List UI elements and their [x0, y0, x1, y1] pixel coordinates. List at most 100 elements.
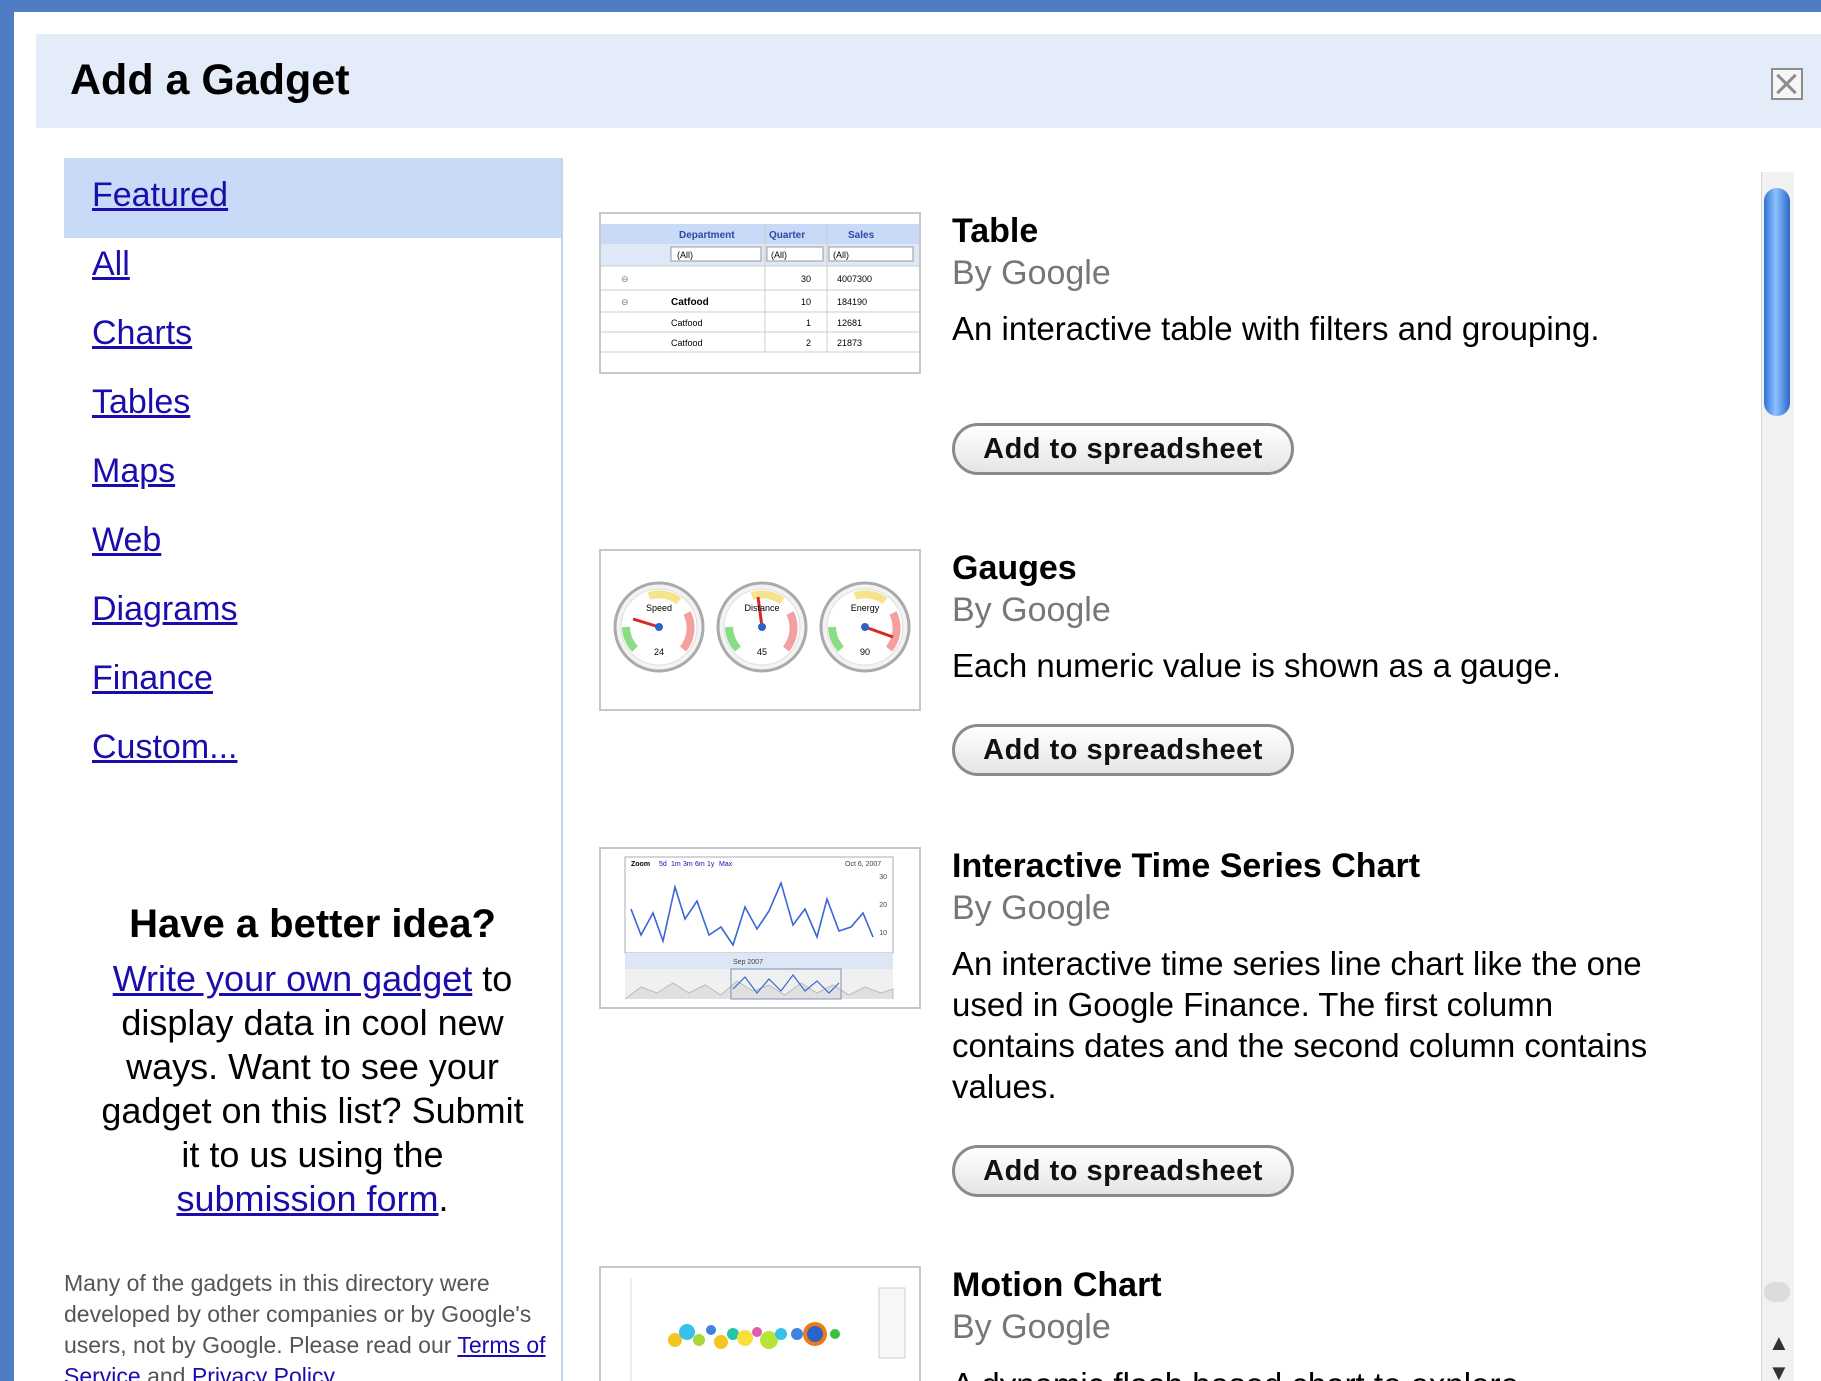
- gadget-description: Each numeric value is shown as a gauge.: [952, 647, 1562, 684]
- sidebar-item-all[interactable]: All: [64, 227, 561, 307]
- gadget-name: Gauges: [952, 549, 1077, 587]
- thumb-cell: Catfood: [671, 297, 709, 308]
- sidebar-item-charts[interactable]: Charts: [64, 296, 561, 376]
- time-series-thumbnail-image: Zoom 5d 1m 3m 6m 1y Max Oct 6, 2007 30 2…: [624, 856, 894, 1000]
- sidebar-item-label[interactable]: Maps: [92, 452, 175, 491]
- sidebar-item-custom[interactable]: Custom...: [64, 710, 561, 790]
- add-to-spreadsheet-button[interactable]: Add to spreadsheet: [952, 423, 1294, 475]
- svg-text:⊖: ⊖: [621, 274, 629, 284]
- svg-text:⊖: ⊖: [621, 297, 629, 307]
- sidebar-item-label[interactable]: All: [92, 245, 130, 284]
- better-idea-end: .: [438, 1178, 449, 1219]
- sidebar-item-label[interactable]: Featured: [92, 176, 228, 215]
- zoom-link[interactable]: 5d: [659, 861, 667, 868]
- scroll-thumb[interactable]: [1764, 188, 1790, 416]
- thumb-cell: 30: [801, 274, 811, 284]
- add-to-spreadsheet-button[interactable]: Add to spreadsheet: [952, 724, 1294, 776]
- sidebar-item-label[interactable]: Charts: [92, 314, 192, 353]
- thumb-cell: 1: [806, 318, 811, 328]
- gauge-value: 90: [860, 647, 870, 657]
- table-thumbnail-image: Department Quarter Sales (All) (All) (Al…: [601, 224, 919, 353]
- sidebar-item-finance[interactable]: Finance: [64, 641, 561, 721]
- zoom-link[interactable]: 3m: [683, 861, 693, 868]
- sidebar-item-maps[interactable]: Maps: [64, 434, 561, 514]
- gauge-value: 24: [654, 647, 664, 657]
- vertical-scrollbar[interactable]: ▲ ▼: [1761, 172, 1794, 1381]
- gadget-motion-chart: Motion Chart By Google A dynamic flash b…: [599, 1266, 1749, 1381]
- gadget-name: Interactive Time Series Chart: [952, 847, 1421, 885]
- y-tick: 10: [879, 930, 887, 937]
- gauges-thumbnail: Speed 24 Distance 45 Energy 90: [599, 549, 921, 711]
- sidebar-item-featured[interactable]: Featured: [64, 158, 561, 238]
- gadget-gauges: Speed 24 Distance 45 Energy 90 Gauges By…: [599, 549, 1749, 789]
- gauges-thumbnail-image: Speed 24 Distance 45 Energy 90: [613, 581, 911, 673]
- gadget-author: By Google: [952, 1308, 1111, 1346]
- thumb-cell: 10: [801, 297, 811, 307]
- submission-form-link[interactable]: submission form: [176, 1178, 438, 1219]
- gauge-label: Energy: [851, 603, 880, 613]
- gadget-name: Motion Chart: [952, 1266, 1162, 1304]
- dialog-titlebar: Add a Gadget: [36, 34, 1821, 128]
- table-thumbnail: Department Quarter Sales (All) (All) (Al…: [599, 212, 921, 374]
- thumb-header: Quarter: [769, 230, 805, 241]
- sidebar-item-diagrams[interactable]: Diagrams: [64, 572, 561, 652]
- better-idea-box: Have a better idea? Write your own gadge…: [64, 902, 561, 1221]
- thumb-header: Department: [679, 230, 735, 241]
- y-tick: 20: [879, 902, 887, 909]
- thumb-filter: (All): [771, 250, 787, 260]
- sidebar-item-label[interactable]: Custom...: [92, 728, 237, 767]
- mid-label: Sep 2007: [733, 959, 763, 966]
- time-series-thumbnail: Zoom 5d 1m 3m 6m 1y Max Oct 6, 2007 30 2…: [599, 847, 921, 1009]
- close-icon[interactable]: [1771, 68, 1803, 100]
- motion-chart-thumbnail-image: [630, 1278, 906, 1381]
- thumb-cell: 21873: [837, 338, 862, 348]
- thumb-cell: Catfood: [671, 338, 703, 348]
- scroll-up-icon[interactable]: ▲: [1768, 1332, 1790, 1354]
- gauge-value: 45: [757, 647, 767, 657]
- sidebar-item-label[interactable]: Web: [92, 521, 161, 560]
- sidebar-item-tables[interactable]: Tables: [64, 365, 561, 445]
- scroll-track-end: [1764, 1282, 1790, 1302]
- zoom-link[interactable]: 6m: [695, 861, 705, 868]
- zoom-label: Zoom: [631, 861, 650, 868]
- add-to-spreadsheet-button[interactable]: Add to spreadsheet: [952, 1145, 1294, 1197]
- disclaimer-text: Many of the gadgets in this directory we…: [64, 1268, 554, 1381]
- thumb-filter: (All): [677, 250, 693, 260]
- thumb-filter: (All): [833, 250, 849, 260]
- thumb-cell: 4007300: [837, 274, 872, 284]
- disclaimer-and: and: [140, 1363, 192, 1381]
- better-idea-text: Write your own gadget to display data in…: [64, 957, 561, 1221]
- gadget-name: Table: [952, 212, 1039, 250]
- gadget-author: By Google: [952, 889, 1111, 927]
- better-idea-heading: Have a better idea?: [129, 902, 496, 946]
- scroll-down-icon[interactable]: ▼: [1768, 1362, 1790, 1381]
- thumb-cell: Catfood: [671, 318, 703, 328]
- gauge-label: Distance: [744, 603, 779, 613]
- window-frame: Add a Gadget Featured All Charts Tables …: [0, 0, 1821, 1381]
- zoom-link[interactable]: 1y: [707, 861, 715, 868]
- gadget-table: Department Quarter Sales (All) (All) (Al…: [599, 212, 1749, 512]
- thumb-header: Sales: [848, 230, 875, 241]
- thumb-cell: 2: [806, 338, 811, 348]
- category-sidebar: Featured All Charts Tables Maps Web Diag…: [64, 158, 563, 1381]
- zoom-link[interactable]: 1m: [671, 861, 681, 868]
- date-readout: Oct 6, 2007: [845, 861, 881, 868]
- gadget-author: By Google: [952, 591, 1111, 629]
- sidebar-item-label[interactable]: Diagrams: [92, 590, 237, 629]
- add-gadget-dialog: Add a Gadget Featured All Charts Tables …: [14, 12, 1821, 1381]
- y-tick: 30: [879, 874, 887, 881]
- privacy-policy-link[interactable]: Privacy Policy: [192, 1363, 335, 1381]
- write-own-gadget-link[interactable]: Write your own gadget: [113, 958, 473, 999]
- gadget-author: By Google: [952, 254, 1111, 292]
- dialog-title: Add a Gadget: [70, 56, 350, 104]
- sidebar-item-label[interactable]: Finance: [92, 659, 213, 698]
- zoom-link[interactable]: Max: [719, 861, 733, 868]
- gadget-description: A dynamic flash based chart to explore: [952, 1364, 1672, 1381]
- gadget-description: An interactive table with filters and gr…: [952, 310, 1600, 347]
- gadget-time-series: Zoom 5d 1m 3m 6m 1y Max Oct 6, 2007 30 2…: [599, 847, 1749, 1207]
- sidebar-item-label[interactable]: Tables: [92, 383, 190, 422]
- thumb-cell: 12681: [837, 318, 862, 328]
- sidebar-item-web[interactable]: Web: [64, 503, 561, 583]
- thumb-cell: 184190: [837, 297, 867, 307]
- gadget-description: An interactive time series line chart li…: [952, 945, 1648, 1105]
